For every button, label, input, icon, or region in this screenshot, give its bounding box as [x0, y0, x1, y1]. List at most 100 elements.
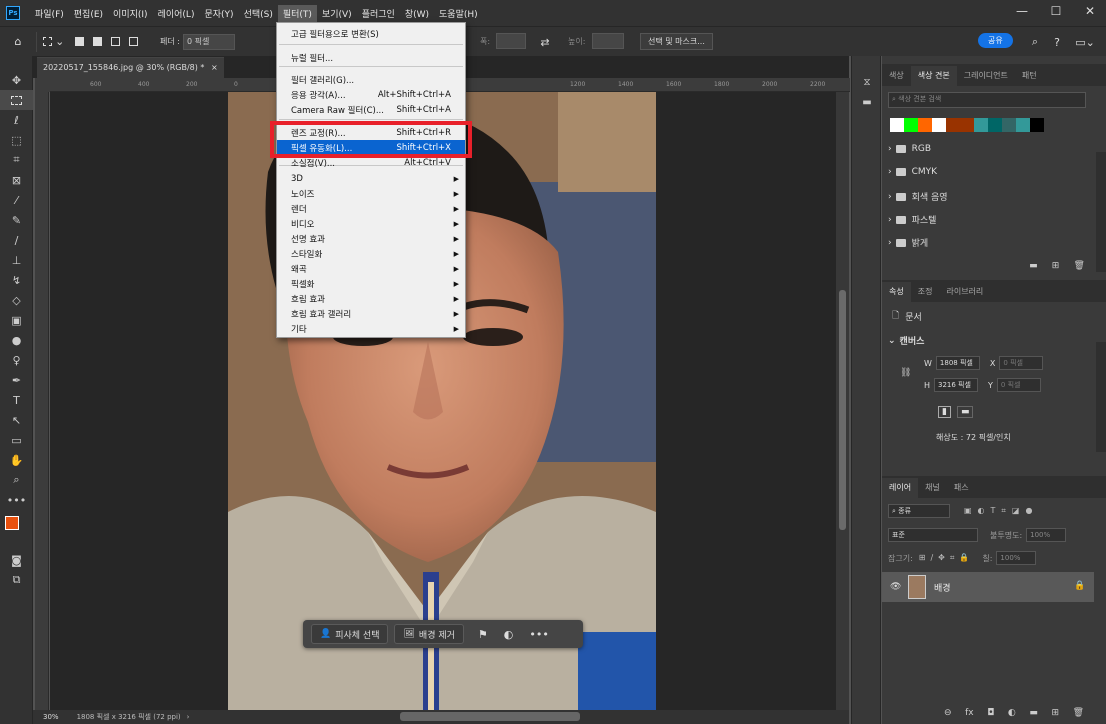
swatch-group[interactable]: › 회색 음영 [888, 190, 1100, 204]
color-swatch[interactable] [988, 118, 1002, 132]
hand-tool-icon[interactable]: ✋ [0, 450, 33, 470]
eraser-tool-icon[interactable]: ◇ [0, 290, 33, 310]
swatches-scrollbar[interactable] [1096, 152, 1106, 272]
menu-10[interactable]: 도움말(H) [434, 5, 483, 22]
minimize-icon[interactable]: — [1004, 0, 1040, 22]
group-icon[interactable]: ▬ [1029, 708, 1038, 718]
home-icon[interactable]: ⌂ [0, 32, 36, 52]
path-select-tool-icon[interactable]: ↖ [0, 410, 33, 430]
brush-tool-icon[interactable]: ∕ [0, 230, 33, 250]
menu-4[interactable]: 문자(Y) [199, 5, 238, 22]
marquee-preset-icon[interactable]: ⌄ [36, 31, 70, 52]
filter-menu-item[interactable]: 렌즈 교정(R)... Shift+Ctrl+R [277, 125, 465, 140]
properties-scrollbar[interactable] [1096, 342, 1106, 452]
history-panel-icon[interactable]: ⧖ [852, 72, 882, 92]
blur-tool-icon[interactable]: ● [0, 330, 33, 350]
filter-menu-item[interactable]: 픽셀 유동화(L)... Shift+Ctrl+X [277, 140, 465, 155]
blend-mode-select[interactable]: 표준 [888, 528, 978, 542]
color-swatch[interactable] [904, 118, 918, 132]
close-tab-icon[interactable]: × [211, 63, 218, 72]
color-swatch[interactable] [918, 118, 932, 132]
filter-menu-item[interactable]: 흐림 효과 ▶ [277, 291, 465, 306]
menu-7[interactable]: 보기(V) [317, 5, 357, 22]
object-select-tool-icon[interactable]: ⬚ [0, 130, 33, 150]
canvas-x-input[interactable]: 0 픽셀 [999, 356, 1044, 370]
intersect-selection-icon[interactable] [124, 32, 142, 52]
comments-panel-icon[interactable]: ▬ [852, 92, 882, 112]
adjust-icon[interactable]: ◐ [504, 628, 514, 641]
document-tab[interactable]: 20220517_155846.jpg @ 30% (RGB/8) * × [37, 57, 224, 78]
layer-name[interactable]: 배경 [934, 581, 951, 594]
swap-icon[interactable]: ⇄ [538, 32, 552, 52]
panel-tab[interactable]: 채널 [918, 478, 947, 498]
new-swatch-icon[interactable]: ⊞ [1052, 261, 1060, 271]
filter-menu-item[interactable]: 필터 갤러리(G)... [277, 72, 465, 87]
swatch-group[interactable]: › CMYK [888, 167, 1100, 177]
panel-tab[interactable]: 그레이디언트 [957, 66, 1015, 86]
gradient-tool-icon[interactable]: ▣ [0, 310, 33, 330]
frame-tool-icon[interactable]: ⊠ [0, 170, 33, 190]
healing-brush-tool-icon[interactable]: ✎ [0, 210, 33, 230]
filter-menu-item[interactable]: 픽셀화 ▶ [277, 276, 465, 291]
remove-background-button[interactable]: 🖼 배경 제거 [394, 624, 464, 644]
link-dimensions-icon[interactable]: ⛓ [900, 368, 911, 378]
lasso-tool-icon[interactable]: ℓ [0, 110, 33, 130]
more-options-icon[interactable]: ••• [529, 628, 548, 641]
delete-layer-icon[interactable]: 🗑 [1073, 708, 1084, 718]
feather-input[interactable]: 0 픽셀 [182, 33, 235, 50]
dodge-tool-icon[interactable]: ♀ [0, 350, 33, 370]
type-tool-icon[interactable]: T [0, 390, 33, 410]
menu-0[interactable]: 파일(F) [30, 5, 69, 22]
menu-6[interactable]: 필터(T) [277, 4, 317, 22]
marquee-tool-icon[interactable] [0, 90, 33, 110]
new-group-icon[interactable]: ▬ [1029, 261, 1038, 271]
filter-menu-item[interactable]: 응용 광각(A)... Alt+Shift+Ctrl+A [277, 87, 465, 102]
history-brush-tool-icon[interactable]: ↯ [0, 270, 33, 290]
menu-3[interactable]: 레이어(L) [153, 5, 200, 22]
swatch-group[interactable]: › 밝게 [888, 236, 1100, 250]
color-swatch[interactable] [932, 118, 946, 132]
menu-8[interactable]: 플러그인 [357, 5, 400, 22]
swatch-search-input[interactable]: ⌕ 색상 견본 검색 [888, 92, 1086, 108]
filter-menu-item[interactable]: 왜곡 ▶ [277, 261, 465, 276]
zoom-tool-icon[interactable]: ⌕ [0, 470, 33, 490]
new-layer-icon[interactable]: ⊞ [1051, 708, 1059, 718]
filter-menu-item[interactable]: 뉴럴 필터... [277, 50, 465, 65]
panel-tab[interactable]: 색상 견본 [910, 66, 957, 86]
horizontal-scroll-thumb[interactable] [400, 712, 580, 721]
screen-mode-icon[interactable]: ⧉ [0, 570, 33, 590]
flag-icon[interactable]: ⚑ [478, 628, 488, 641]
maximize-icon[interactable]: ☐ [1038, 0, 1074, 22]
panel-tab[interactable]: 레이어 [882, 478, 919, 498]
panel-tab[interactable]: 속성 [882, 282, 911, 302]
opacity-input[interactable]: 100% [1026, 528, 1067, 542]
canvas-section-header[interactable]: ⌄ 캔버스 [888, 334, 1100, 348]
rectangle-tool-icon[interactable]: ▭ [0, 430, 33, 450]
pen-tool-icon[interactable]: ✒ [0, 370, 33, 390]
height-input[interactable] [592, 33, 624, 49]
subtract-selection-icon[interactable] [106, 32, 124, 52]
color-swatch[interactable] [890, 118, 904, 132]
menu-2[interactable]: 이미지(I) [108, 5, 153, 22]
fill-input[interactable]: 100% [996, 551, 1037, 565]
eyedropper-tool-icon[interactable]: ⁄ [0, 190, 33, 210]
layer-filter-icons[interactable]: ▣◐T⌗◪● [964, 506, 1038, 516]
layer-style-icon[interactable]: fx [965, 708, 974, 718]
color-swatch[interactable] [1016, 118, 1030, 132]
filter-menu-item[interactable]: 소실점(V)... Alt+Ctrl+V [277, 155, 465, 170]
more-tools-icon[interactable]: ••• [0, 490, 33, 510]
filter-menu-item[interactable]: 고급 필터용으로 변환(S) [277, 26, 465, 41]
visibility-eye-icon[interactable]: 👁 [890, 582, 901, 592]
filter-menu-item[interactable]: 비디오 ▶ [277, 216, 465, 231]
foreground-color[interactable] [5, 516, 19, 530]
panel-tab[interactable]: 라이브러리 [939, 282, 990, 302]
landscape-orientation-icon[interactable]: ▬ [956, 406, 974, 418]
canvas-height-input[interactable]: 3216 픽셀 [934, 378, 979, 392]
color-swatch[interactable] [1002, 118, 1016, 132]
workspace-icon[interactable]: ▭⌄ [1072, 32, 1098, 52]
filter-menu-item[interactable]: 3D ▶ [277, 171, 465, 186]
filter-menu-item[interactable]: 흐림 효과 갤러리 ▶ [277, 306, 465, 321]
width-input[interactable] [496, 33, 526, 49]
layer-filter-kind[interactable]: ⌕ 종류 [888, 504, 950, 518]
stamp-tool-icon[interactable]: ⊥ [0, 250, 33, 270]
